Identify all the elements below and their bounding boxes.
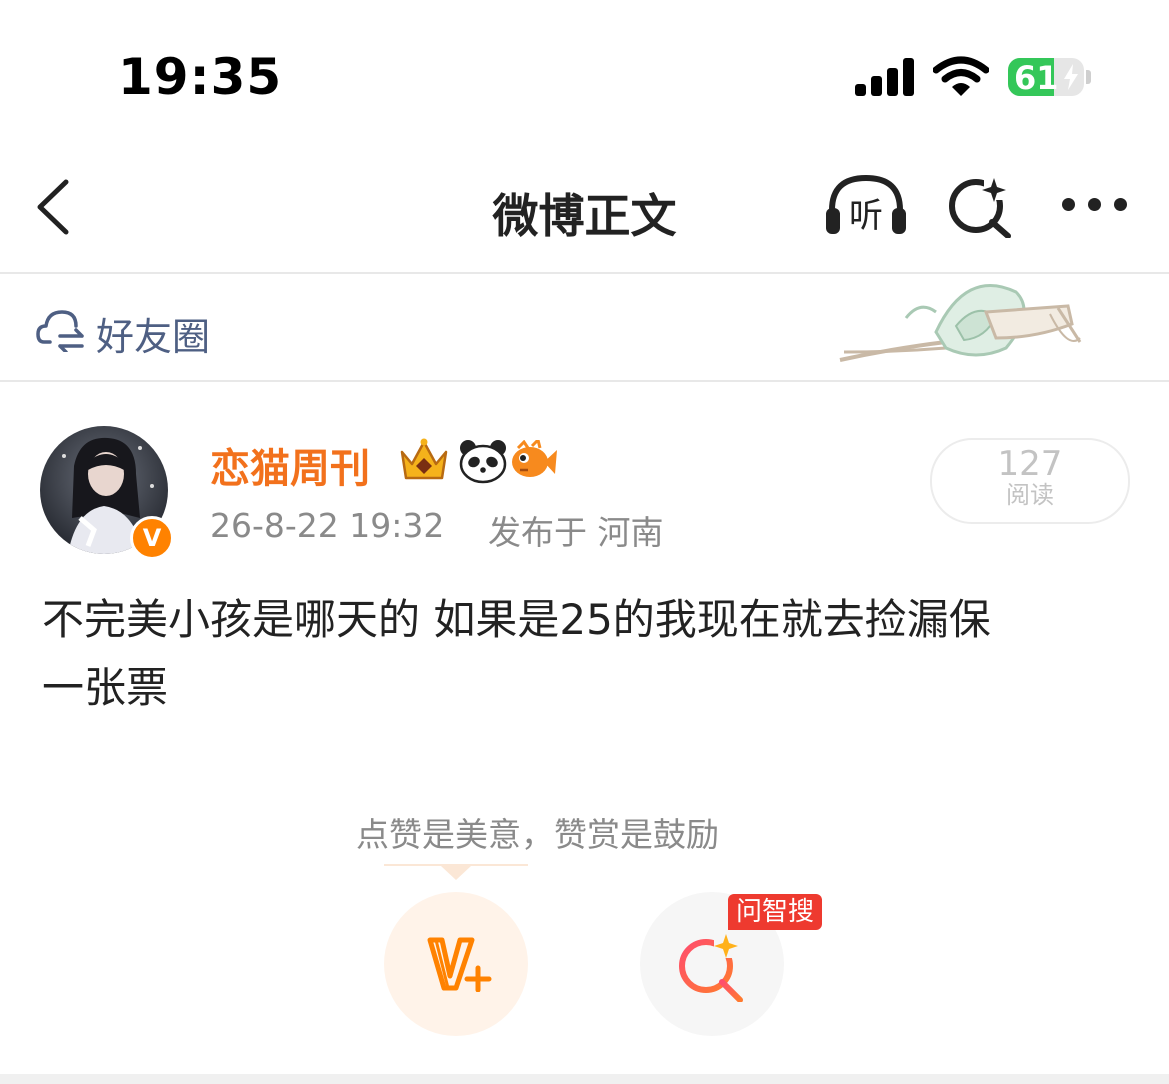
- section-divider: [0, 380, 1169, 382]
- post-time: 26-8-22 19:32: [210, 506, 445, 545]
- read-count-badge: 127 阅读: [930, 438, 1130, 524]
- status-time: 19:35: [118, 48, 283, 106]
- bouquet-decoration: [836, 272, 1086, 372]
- ai-search-icon: [949, 178, 1011, 239]
- reward-button[interactable]: [384, 892, 528, 1036]
- reward-tip: 点赞是美意，赞赏是鼓励: [356, 815, 719, 854]
- author-name[interactable]: 恋猫周刊: [210, 436, 370, 494]
- cellular-signal-icon: [855, 58, 915, 96]
- wifi-icon: [932, 56, 990, 98]
- read-count: 127: [997, 444, 1063, 484]
- battery-cap: [1086, 70, 1091, 84]
- battery-level: 61: [1014, 59, 1059, 96]
- ai-search-button[interactable]: [946, 172, 1012, 239]
- fish-badge-icon[interactable]: [510, 437, 558, 482]
- tip-caret: [441, 866, 471, 880]
- cloud-sync-icon: [36, 306, 86, 354]
- bottom-separator: [0, 1074, 1169, 1084]
- crown-badge-icon[interactable]: [396, 436, 452, 484]
- listen-button[interactable]: 听: [824, 172, 908, 238]
- post-content-line: 不完美小孩是哪天的 如果是25的我现在就去捡漏保: [42, 595, 991, 644]
- v-plus-reward-icon: [427, 937, 492, 992]
- battery-charging-icon: 61: [1008, 58, 1084, 96]
- post-content: 不完美小孩是哪天的 如果是25的我现在就去捡漏保 一张票: [42, 586, 1132, 722]
- listen-label: 听: [849, 196, 883, 236]
- ask-tag: 问智搜: [728, 894, 823, 930]
- more-icon[interactable]: [1058, 198, 1128, 214]
- post-content-line: 一张票: [42, 663, 169, 712]
- verified-badge: V: [130, 516, 174, 560]
- panda-badge-icon[interactable]: [458, 438, 508, 484]
- read-label: 阅读: [1006, 481, 1054, 509]
- post-location: 发布于 河南: [488, 513, 664, 552]
- friend-circle-label[interactable]: 好友圈: [96, 306, 210, 361]
- charging-bolt-icon: [1064, 64, 1078, 90]
- ai-search-icon: [679, 934, 743, 1002]
